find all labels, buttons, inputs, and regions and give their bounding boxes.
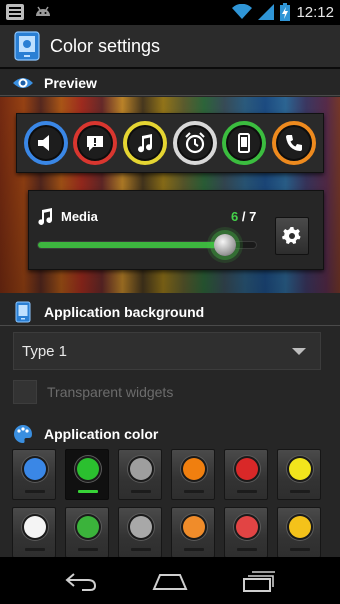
media-settings-button[interactable] (275, 217, 309, 255)
color-swatch-indicator (131, 548, 151, 551)
android-icon (36, 6, 50, 16)
color-swatch-indicator (78, 490, 98, 493)
phone-device-icon (238, 133, 251, 153)
battery-charging-icon (280, 3, 291, 21)
color-swatch-indicator (184, 548, 204, 551)
color-swatch-indicator (237, 490, 257, 493)
ring-phone[interactable] (222, 121, 267, 165)
color-swatch-indicator (290, 490, 310, 493)
color-swatch[interactable] (277, 507, 321, 558)
transparent-widgets-row[interactable]: Transparent widgets (13, 379, 173, 405)
color-swatch-dot (289, 516, 311, 538)
ring-alarm[interactable] (172, 121, 217, 165)
volume-icons-panel (16, 113, 324, 173)
home-button[interactable] (150, 566, 190, 596)
media-volume-max: 7 (249, 209, 257, 224)
ring-speaker[interactable] (23, 121, 68, 165)
wifi-icon (232, 4, 253, 19)
color-swatch[interactable] (118, 449, 162, 500)
color-swatch-indicator (78, 548, 98, 551)
application-color-label: Application color (44, 426, 159, 442)
color-swatch[interactable] (65, 507, 109, 558)
speaker-icon (37, 135, 49, 151)
alert-icon (87, 136, 104, 151)
application-background-label: Application background (44, 303, 205, 320)
status-clock: 12:12 (296, 3, 334, 21)
color-swatch-indicator (25, 548, 45, 551)
color-swatch-dot (24, 516, 46, 538)
call-icon (286, 135, 303, 151)
color-swatch-dot (77, 516, 99, 538)
color-swatch-dot (236, 458, 258, 480)
color-swatch-dot (130, 516, 152, 538)
eye-icon (13, 77, 33, 88)
preview-header: Preview (0, 70, 340, 96)
color-swatch-dot (77, 458, 99, 480)
recent-apps-icon (243, 570, 276, 592)
color-swatch[interactable] (171, 449, 215, 500)
media-label: Media (61, 209, 98, 224)
color-swatch-dot (236, 516, 258, 538)
media-volume-count: 6 / 7 (231, 209, 256, 224)
back-icon (65, 572, 96, 591)
color-swatch-dot (183, 516, 205, 538)
media-volume-panel: Media 6 / 7 (28, 190, 324, 270)
color-swatch-dot (289, 458, 311, 480)
color-swatch[interactable] (171, 507, 215, 558)
color-swatch-dot (24, 458, 46, 480)
ring-alert[interactable] (73, 121, 118, 165)
color-swatch[interactable] (12, 507, 56, 558)
transparent-widgets-label: Transparent widgets (47, 384, 174, 400)
media-volume-slider-fill (38, 242, 226, 248)
color-swatch-dot (183, 458, 205, 480)
media-volume-separator: / (238, 209, 250, 224)
recent-apps-button[interactable] (239, 566, 279, 596)
color-swatch[interactable] (65, 449, 109, 500)
page-title: Color settings (50, 35, 161, 56)
color-swatch[interactable] (224, 449, 268, 500)
navigation-bar (0, 557, 340, 604)
color-swatch[interactable] (224, 507, 268, 558)
back-button[interactable] (61, 566, 101, 596)
color-swatch-indicator (131, 490, 151, 493)
color-swatch[interactable] (277, 449, 321, 500)
music-note-icon (38, 208, 53, 225)
transparent-widgets-checkbox[interactable] (13, 380, 37, 404)
status-bar: 12:12 (0, 0, 340, 25)
ring-music[interactable] (123, 121, 168, 165)
media-volume-slider-thumb[interactable] (214, 234, 237, 256)
color-swatch-indicator (184, 490, 204, 493)
color-swatch-indicator (290, 548, 310, 551)
alarm-clock-icon (185, 132, 205, 154)
media-volume-slider[interactable] (37, 234, 257, 256)
background-type-select[interactable]: Type 1 (13, 332, 321, 370)
background-type-value: Type 1 (22, 342, 68, 360)
palette-icon (14, 425, 32, 443)
color-swatch-indicator (237, 548, 257, 551)
action-bar: Color settings (0, 25, 340, 69)
home-icon (152, 573, 188, 590)
music-note-icon (138, 134, 153, 153)
gear-icon (282, 226, 301, 245)
signal-icon (258, 4, 275, 20)
phone-background-icon (15, 301, 31, 322)
color-swatch[interactable] (118, 507, 162, 558)
preview-label: Preview (44, 74, 97, 91)
application-color-header: Application color (0, 421, 340, 447)
application-background-header: Application background (0, 298, 340, 326)
ring-call[interactable] (272, 121, 317, 165)
color-swatch-dot (130, 458, 152, 480)
color-swatch[interactable] (12, 449, 56, 500)
dropdown-arrow-icon (292, 348, 306, 355)
notification-list-icon (6, 4, 24, 20)
color-swatch-indicator (25, 490, 45, 493)
app-device-icon[interactable] (14, 31, 40, 61)
